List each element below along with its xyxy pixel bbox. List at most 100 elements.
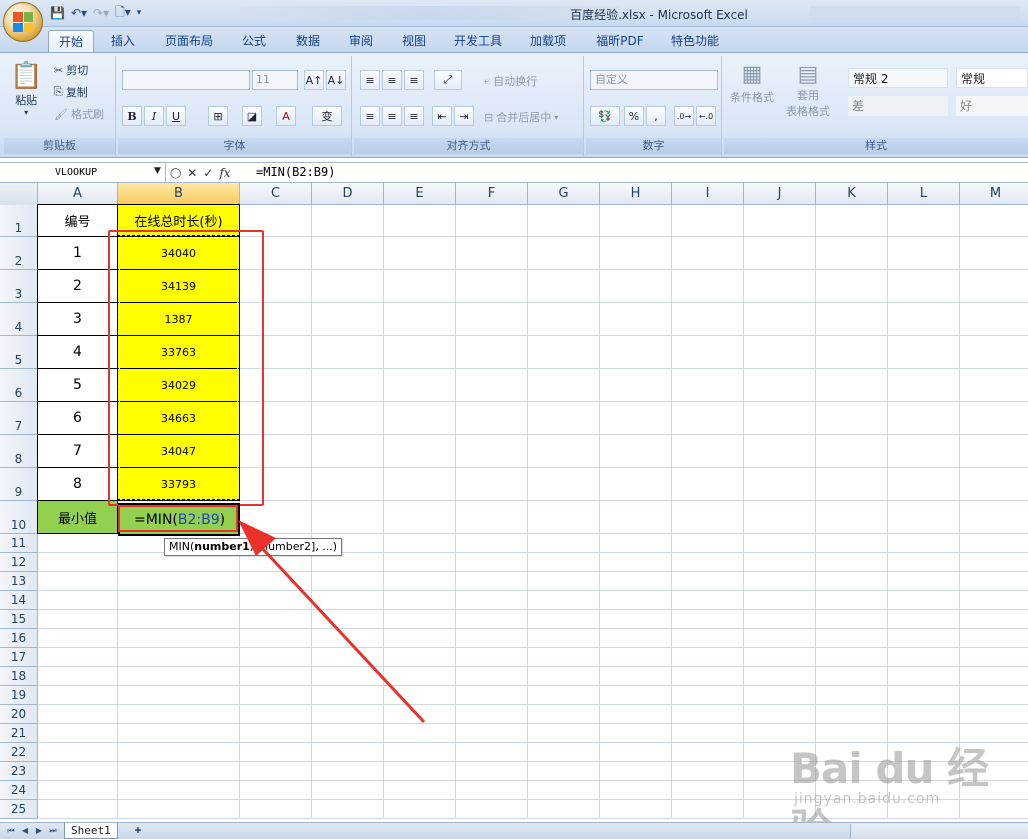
column-header-b[interactable]: B	[118, 183, 240, 205]
font-color-icon[interactable]: A	[276, 106, 296, 126]
tab-home[interactable]: 开始	[48, 30, 94, 52]
font-size-combobox[interactable]: 11	[252, 70, 298, 90]
copy-button[interactable]: ⎘ 复制	[54, 84, 88, 100]
fill-color-icon[interactable]: ◪	[242, 106, 262, 126]
row-header-4[interactable]: 4	[0, 303, 38, 336]
paste-button[interactable]: 📋 粘贴 ▾	[10, 60, 42, 117]
conditional-format-button[interactable]: ▦ 条件格式	[730, 62, 774, 105]
cell-a5[interactable]: 4	[37, 335, 118, 369]
row-header-2[interactable]: 2	[0, 237, 38, 270]
tab-developer[interactable]: 开发工具	[446, 30, 510, 52]
row-header-25[interactable]: 25	[0, 800, 38, 819]
cancel-icon[interactable]: ✕	[187, 166, 197, 180]
column-header-m[interactable]: M	[960, 183, 1028, 205]
tab-data[interactable]: 数据	[286, 30, 330, 52]
decrease-decimal-icon[interactable]: ←.0	[696, 106, 716, 126]
align-middle-icon[interactable]: ≡	[382, 70, 402, 90]
formula-input[interactable]: =MIN(B2:B9)	[256, 163, 335, 183]
row-header-10[interactable]: 10	[0, 501, 38, 534]
row-header-20[interactable]: 20	[0, 705, 38, 724]
tab-special[interactable]: 特色功能	[662, 30, 728, 52]
column-header-d[interactable]: D	[312, 183, 384, 205]
first-sheet-icon[interactable]: ⏮	[6, 825, 16, 837]
borders-icon[interactable]: ⊞	[208, 106, 228, 126]
name-box[interactable]: VLOOKUP	[0, 163, 166, 183]
decrease-indent-icon[interactable]: ⇤	[432, 106, 452, 126]
style-good[interactable]: 好	[956, 96, 1028, 116]
row-header-18[interactable]: 18	[0, 667, 38, 686]
name-box-dropdown-icon[interactable]: ▼	[154, 166, 161, 176]
cell-a10[interactable]: 最小值	[37, 500, 118, 534]
tab-review[interactable]: 审阅	[339, 30, 383, 52]
row-header-15[interactable]: 15	[0, 610, 38, 629]
underline-button[interactable]: U	[166, 106, 186, 126]
cell-a9[interactable]: 8	[37, 467, 118, 501]
tab-foxit-pdf[interactable]: 福昕PDF	[586, 30, 654, 52]
align-left-icon[interactable]: ≡	[360, 106, 380, 126]
style-normal[interactable]: 常规	[956, 68, 1028, 88]
align-right-icon[interactable]: ≡	[404, 106, 424, 126]
row-header-24[interactable]: 24	[0, 781, 38, 800]
column-header-a[interactable]: A	[38, 183, 118, 205]
cell-a2[interactable]: 1	[37, 236, 118, 270]
column-header-e[interactable]: E	[384, 183, 456, 205]
cell-a7[interactable]: 6	[37, 401, 118, 435]
column-header-i[interactable]: I	[672, 183, 744, 205]
row-header-1[interactable]: 1	[0, 205, 38, 237]
cell-a4[interactable]: 3	[37, 302, 118, 336]
row-header-12[interactable]: 12	[0, 553, 38, 572]
column-header-f[interactable]: F	[456, 183, 528, 205]
row-header-5[interactable]: 5	[0, 336, 38, 369]
align-center-icon[interactable]: ≡	[382, 106, 402, 126]
style-normal-2[interactable]: 常规 2	[848, 68, 948, 88]
format-as-table-button[interactable]: ▤ 套用 表格格式	[786, 62, 830, 119]
font-name-combobox[interactable]	[122, 70, 250, 90]
increase-indent-icon[interactable]: ⇥	[454, 106, 474, 126]
row-header-14[interactable]: 14	[0, 591, 38, 610]
row-header-21[interactable]: 21	[0, 724, 38, 743]
orientation-icon[interactable]: ⤢	[434, 70, 462, 90]
tab-insert[interactable]: 插入	[100, 30, 146, 52]
select-all-corner[interactable]	[0, 183, 38, 205]
prev-sheet-icon[interactable]: ◀	[20, 825, 30, 837]
tab-formulas[interactable]: 公式	[232, 30, 276, 52]
column-header-j[interactable]: J	[744, 183, 816, 205]
row-header-9[interactable]: 9	[0, 468, 38, 501]
number-format-combobox[interactable]: 自定义	[590, 70, 718, 90]
last-sheet-icon[interactable]: ⏭	[48, 825, 58, 837]
align-top-icon[interactable]: ≡	[360, 70, 380, 90]
column-header-h[interactable]: H	[600, 183, 672, 205]
column-header-c[interactable]: C	[240, 183, 312, 205]
insert-sheet-icon[interactable]: ✚	[130, 825, 146, 837]
grow-font-icon[interactable]: A↑	[304, 70, 324, 90]
column-header-g[interactable]: G	[528, 183, 600, 205]
cell-a1[interactable]: 编号	[37, 204, 118, 237]
cell-a8[interactable]: 7	[37, 434, 118, 468]
column-header-k[interactable]: K	[816, 183, 888, 205]
shrink-font-icon[interactable]: A↓	[326, 70, 346, 90]
increase-decimal-icon[interactable]: .0→	[674, 106, 694, 126]
row-header-7[interactable]: 7	[0, 402, 38, 435]
office-button[interactable]	[3, 2, 43, 42]
row-header-19[interactable]: 19	[0, 686, 38, 705]
italic-button[interactable]: I	[144, 106, 164, 126]
tab-addins[interactable]: 加载项	[520, 30, 576, 52]
tab-view[interactable]: 视图	[392, 30, 436, 52]
cut-button[interactable]: ✂ 剪切	[54, 62, 88, 78]
row-header-3[interactable]: 3	[0, 270, 38, 303]
percent-button[interactable]: %	[624, 106, 644, 126]
column-header-l[interactable]: L	[888, 183, 960, 205]
row-header-17[interactable]: 17	[0, 648, 38, 667]
insert-function-icon[interactable]: fx	[219, 166, 230, 180]
row-header-22[interactable]: 22	[0, 743, 38, 762]
comma-button[interactable]: ,	[646, 106, 666, 126]
expand-icon[interactable]: ◯	[170, 168, 181, 179]
wrap-text-button[interactable]: ⤶ 自动换行	[484, 73, 537, 89]
enter-icon[interactable]: ✓	[203, 166, 213, 180]
sheet-tab-sheet1[interactable]: Sheet1	[64, 823, 118, 839]
row-header-11[interactable]: 11	[0, 534, 38, 553]
row-header-8[interactable]: 8	[0, 435, 38, 468]
bold-button[interactable]: B	[122, 106, 142, 126]
horizontal-scrollbar[interactable]	[850, 824, 1028, 838]
tooltip-arg-number1[interactable]: number1	[194, 540, 250, 553]
